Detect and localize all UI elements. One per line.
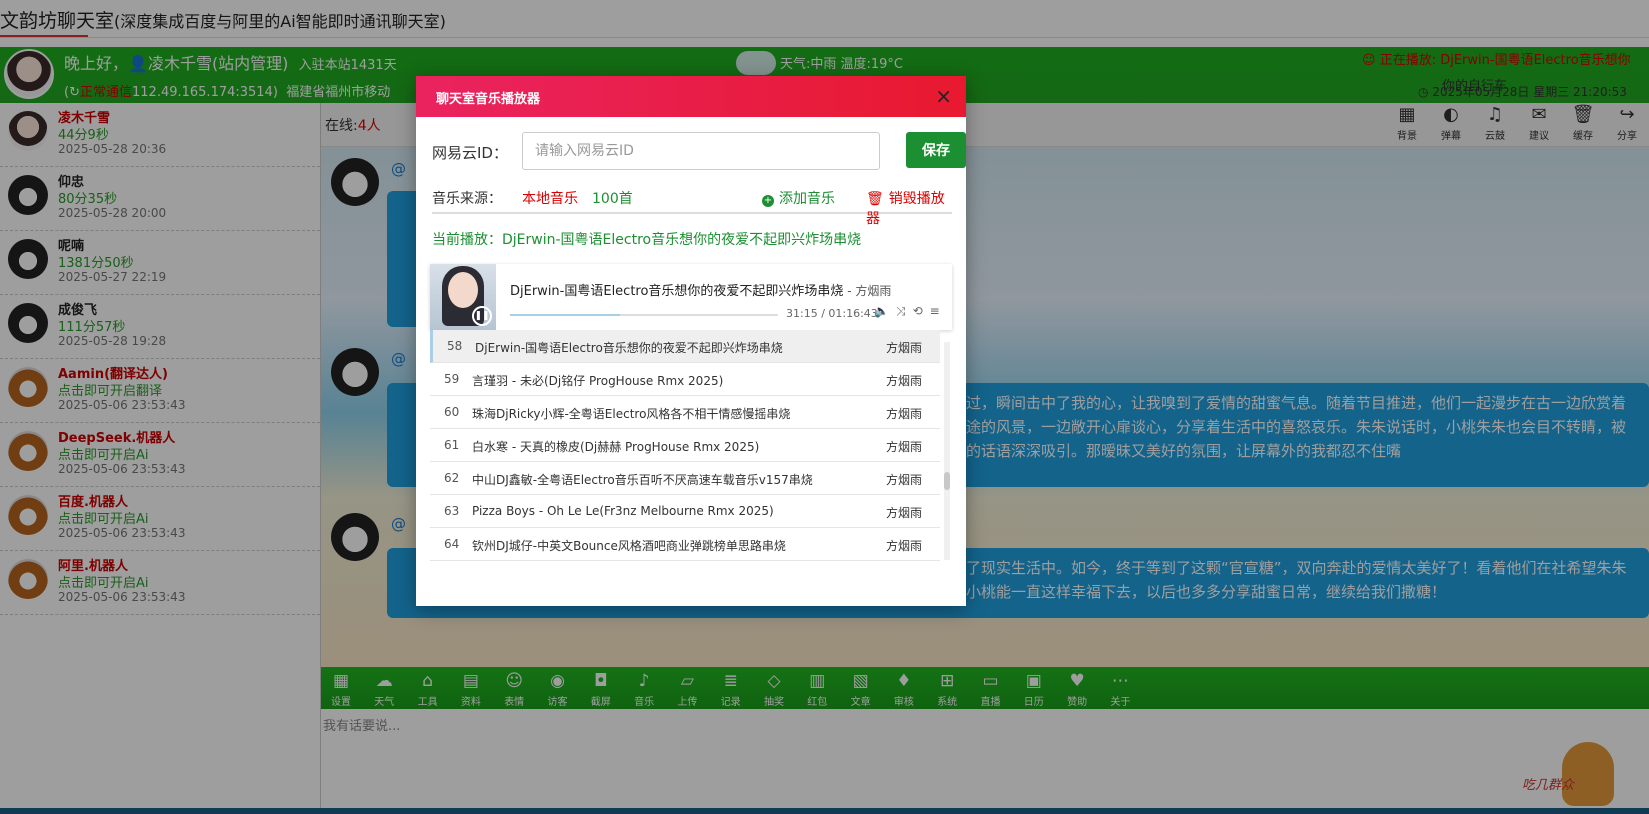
- track-title: 言瑾羽 - 未必(Dj铭仔 ProgHouse Rmx 2025): [472, 374, 724, 388]
- destroy-player-button[interactable]: 🗑 销毁播放器: [866, 188, 952, 228]
- player-track-title: DjErwin-国粤语Electro音乐想你的夜爱不起即兴炸场串烧 - 方烟雨: [510, 284, 892, 299]
- source-label: 音乐来源：: [432, 191, 502, 207]
- track-title: 珠海DjRicky小辉-全粤语Electro风格各不相干情感慢摇串烧: [472, 407, 791, 421]
- pause-icon[interactable]: ❚❚: [472, 306, 492, 326]
- playlist: 58 DjErwin-国粤语Electro音乐想你的夜爱不起即兴炸场串烧 方烟雨 59…: [430, 330, 940, 570]
- dialog-title: 聊天室音乐播放器: [436, 92, 541, 107]
- audio-player: ❚❚ DjErwin-国粤语Electro音乐想你的夜爱不起即兴炸场串烧 - 方…: [430, 264, 952, 330]
- track-number: 63: [444, 504, 460, 518]
- add-music-button[interactable]: + 添加音乐: [762, 188, 835, 208]
- track-artist: 方烟雨: [885, 440, 922, 454]
- progress-fill: [510, 314, 620, 316]
- track-artist: 方烟雨: [885, 374, 922, 388]
- save-button[interactable]: 保存: [906, 132, 966, 168]
- volume-icon[interactable]: 🔈: [874, 304, 889, 319]
- player-controls: 🔈 ⤨ ⟲ ≡: [874, 304, 940, 319]
- netease-id-label: 网易云ID：: [432, 144, 508, 162]
- track-number: 60: [444, 405, 460, 419]
- track-title: DjErwin-国粤语Electro音乐想你的夜爱不起即兴炸场串烧: [475, 341, 783, 355]
- netease-id-input[interactable]: [522, 132, 880, 170]
- playlist-row[interactable]: 65Robert Miles - Children(DjMash蒲槿 Melbo…: [430, 561, 940, 570]
- player-time: 31:15 / 01:16:43: [786, 307, 878, 320]
- album-cover[interactable]: ❚❚: [430, 264, 496, 330]
- dialog-header: 聊天室音乐播放器 ×: [416, 76, 966, 117]
- track-title: 中山DJ鑫敏-全粤语Electro音乐百听不厌高速车载音乐v157串烧: [472, 473, 813, 487]
- playlist-row[interactable]: 58 DjErwin-国粤语Electro音乐想你的夜爱不起即兴炸场串烧 方烟雨: [430, 330, 940, 363]
- menu-icon[interactable]: ≡: [930, 304, 940, 319]
- progress-bar[interactable]: [510, 314, 778, 316]
- track-title: 钦州DJ城仔-中英文Bounce风格酒吧商业弹跳榜单思路串烧: [472, 539, 786, 553]
- track-number: 64: [444, 537, 460, 551]
- track-number: 59: [444, 372, 460, 386]
- track-count: 100首: [592, 191, 633, 207]
- source-value: 本地音乐: [522, 191, 578, 207]
- track-artist: 方烟雨: [885, 506, 922, 520]
- playlist-row[interactable]: 60 珠海DjRicky小辉-全粤语Electro风格各不相干情感慢摇串烧 方烟雨: [430, 396, 940, 429]
- netease-id-row: 网易云ID： 保存: [432, 132, 966, 172]
- track-number: 61: [444, 438, 460, 452]
- scroll-thumb[interactable]: [944, 472, 950, 490]
- close-icon[interactable]: ×: [935, 84, 952, 108]
- track-title: 白水寒 - 天真的橡皮(Dj赫赫 ProgHouse Rmx 2025): [472, 440, 760, 454]
- track-number: 58: [447, 339, 463, 353]
- cover-face: [448, 272, 478, 308]
- track-artist: 方烟雨: [885, 407, 922, 421]
- repeat-icon[interactable]: ⟲: [913, 304, 923, 319]
- plus-circle-icon: +: [762, 195, 774, 207]
- trash-icon: 🗑: [866, 191, 884, 207]
- playlist-row[interactable]: 64 钦州DJ城仔-中英文Bounce风格酒吧商业弹跳榜单思路串烧 方烟雨: [430, 528, 940, 561]
- track-artist: 方烟雨: [885, 473, 922, 487]
- playlist-row[interactable]: 62 中山DJ鑫敏-全粤语Electro音乐百听不厌高速车载音乐v157串烧 方烟雨: [430, 462, 940, 495]
- track-artist: 方烟雨: [885, 341, 922, 355]
- track-number: 62: [444, 471, 460, 485]
- playlist-row[interactable]: 63 Pizza Boys - Oh Le Le(Fr3nz Melbourne …: [430, 495, 940, 528]
- current-track: 当前播放：DjErwin-国粤语Electro音乐想你的夜爱不起即兴炸场串烧: [432, 232, 862, 248]
- track-artist: 方烟雨: [885, 539, 922, 553]
- music-player-dialog: 聊天室音乐播放器 × 网易云ID： 保存 音乐来源： 本地音乐 100首 +添加…: [416, 76, 966, 606]
- music-source-row: 音乐来源： 本地音乐 100首 + 添加音乐 🗑 销毁播放器: [432, 186, 952, 227]
- playlist-scrollbar[interactable]: [944, 342, 950, 560]
- track-title: Pizza Boys - Oh Le Le(Fr3nz Melbourne Rm…: [472, 504, 774, 518]
- playlist-row[interactable]: 61 白水寒 - 天真的橡皮(Dj赫赫 ProgHouse Rmx 2025) 方烟…: [430, 429, 940, 462]
- shuffle-icon[interactable]: ⤨: [896, 304, 906, 319]
- playlist-row[interactable]: 59 言瑾羽 - 未必(Dj铭仔 ProgHouse Rmx 2025) 方烟雨: [430, 363, 940, 396]
